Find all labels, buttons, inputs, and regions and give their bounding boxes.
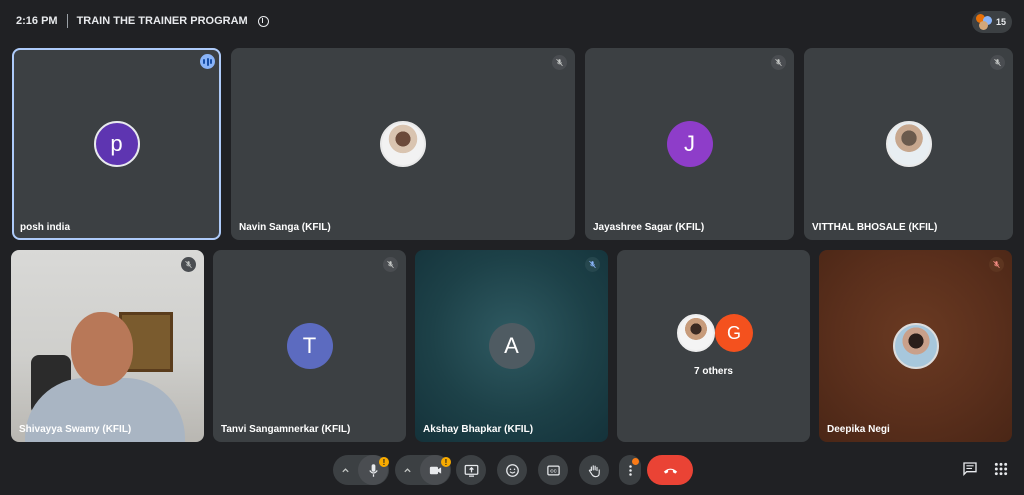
participant-tile-akshay-bhapkar[interactable]: A Akshay Bhapkar (KFIL) [415, 250, 608, 442]
divider [66, 14, 68, 28]
participant-name: Tanvi Sangamnerkar (KFIL) [221, 424, 351, 435]
participant-tile-tanvi-sangamnerkar[interactable]: T Tanvi Sangamnerkar (KFIL) [213, 250, 406, 442]
mic-off-icon [585, 257, 600, 272]
participant-tile-navin-sanga[interactable]: Navin Sanga (KFIL) [231, 48, 575, 240]
person-head [71, 312, 133, 386]
avatar: T [286, 323, 333, 369]
microphone-icon [368, 463, 378, 477]
participant-tile-shivayya-swamy[interactable]: Shivayya Swamy (KFIL) [11, 250, 204, 442]
meeting-time: 2:16 PM [16, 15, 58, 27]
camera-control-group: ! [395, 455, 451, 485]
more-options-button[interactable] [619, 455, 641, 485]
raise-hand-button[interactable] [579, 455, 609, 485]
participant-name: Navin Sanga (KFIL) [239, 222, 331, 233]
participants-avatars-icon [976, 14, 992, 30]
mic-off-icon [989, 257, 1004, 272]
reactions-button[interactable] [497, 455, 527, 485]
participant-tile-others[interactable]: G 7 others [617, 250, 810, 442]
chevron-up-icon[interactable] [403, 466, 412, 475]
microphone-control-group: ! [333, 455, 389, 485]
participant-tile-deepika-negi[interactable]: Deepika Negi [819, 250, 1012, 442]
warning-icon: ! [379, 457, 389, 467]
avatar-photo [885, 121, 932, 167]
participant-count: 15 [996, 17, 1007, 27]
emoji-icon [505, 463, 519, 477]
avatar: A [488, 323, 535, 369]
mic-off-icon [771, 55, 786, 70]
end-call-icon [663, 468, 677, 474]
participant-name: Jayashree Sagar (KFIL) [593, 222, 705, 233]
raise-hand-icon [588, 464, 600, 477]
camera-icon [429, 466, 441, 474]
present-screen-button[interactable] [456, 455, 486, 485]
participant-name: VITTHAL BHOSALE (KFIL) [812, 222, 938, 233]
chevron-up-icon[interactable] [341, 466, 350, 475]
participant-name: Deepika Negi [827, 424, 890, 435]
info-icon[interactable] [257, 15, 269, 27]
notification-dot [632, 458, 639, 465]
mic-off-icon [181, 257, 196, 272]
participant-tile-vitthal-bhosale[interactable]: VITTHAL BHOSALE (KFIL) [804, 48, 1013, 240]
others-count-label: 7 others [694, 366, 733, 377]
avatar-photo [892, 323, 939, 369]
bottom-toolbar: ! ! CC [0, 450, 1024, 490]
participant-tile-jayashree-sagar[interactable]: J Jayashree Sagar (KFIL) [585, 48, 794, 240]
warning-icon: ! [441, 457, 451, 467]
leave-call-button[interactable] [647, 455, 693, 485]
chat-icon[interactable] [962, 461, 978, 477]
svg-text:CC: CC [550, 468, 557, 473]
participant-name: posh india [20, 222, 70, 233]
activities-grid-icon[interactable] [993, 461, 1009, 477]
closed-captions-icon: CC [546, 465, 560, 475]
top-bar: 2:16 PM TRAIN THE TRAINER PROGRAM 15 [0, 0, 1024, 44]
meeting-info: 2:16 PM TRAIN THE TRAINER PROGRAM [16, 14, 269, 28]
participant-tile-posh-india[interactable]: p posh india [12, 48, 221, 240]
meeting-title: TRAIN THE TRAINER PROGRAM [76, 15, 248, 27]
mic-off-icon [383, 257, 398, 272]
avatar: G [715, 314, 753, 352]
participant-name: Akshay Bhapkar (KFIL) [423, 424, 534, 435]
present-screen-icon [464, 464, 478, 477]
mic-off-icon [552, 55, 567, 70]
participants-button[interactable]: 15 [972, 11, 1012, 33]
speaking-indicator-icon [200, 54, 215, 69]
avatar-photo [380, 121, 426, 167]
captions-button[interactable]: CC [538, 455, 568, 485]
participant-name: Shivayya Swamy (KFIL) [19, 424, 132, 435]
avatar: p [93, 121, 140, 167]
avatar: J [666, 121, 713, 167]
avatar-photo [677, 314, 715, 352]
mic-off-icon [990, 55, 1005, 70]
